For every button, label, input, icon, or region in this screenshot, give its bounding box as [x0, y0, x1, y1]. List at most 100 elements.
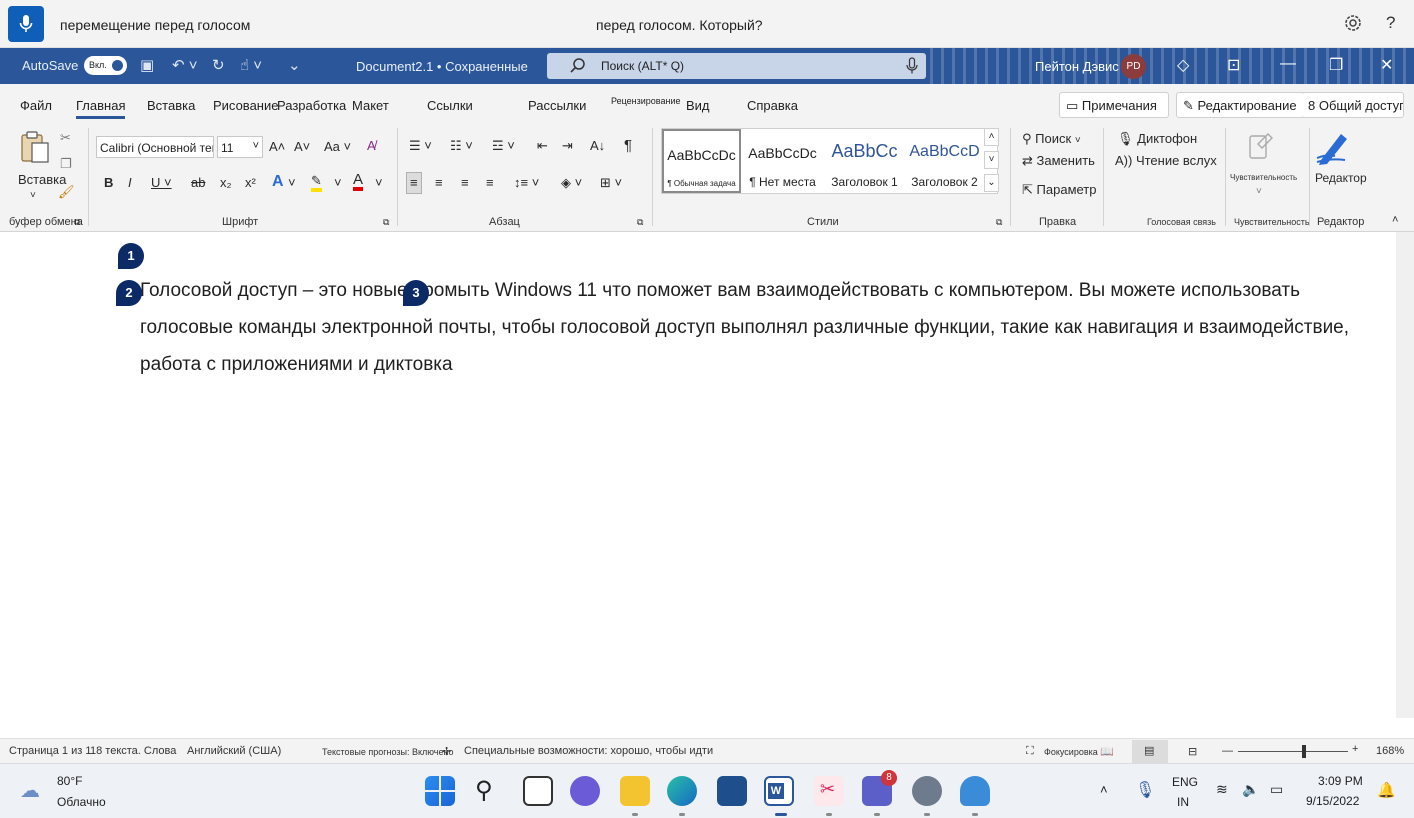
styles-more-icon[interactable]: ⌄	[984, 174, 999, 192]
text-effects-icon[interactable]: A	[272, 174, 284, 190]
weather-cloud-icon[interactable]: ☁	[20, 778, 40, 803]
minimize-icon[interactable]: —	[1280, 55, 1296, 73]
style-heading-1[interactable]: AaBbCc Заголовок 1	[825, 129, 904, 193]
align-right-icon[interactable]: ≡	[461, 175, 469, 191]
tab-layout[interactable]: Макет	[352, 98, 389, 113]
focus-label[interactable]: Фокусировка	[1044, 747, 1098, 757]
document-paragraph[interactable]: Голосовой доступ – это новые промыть Win…	[140, 272, 1380, 383]
touch-mode-icon[interactable]: ☝ ˅	[240, 57, 262, 75]
print-layout-icon[interactable]: ▤	[1132, 740, 1168, 764]
voice-number-marker[interactable]: 1	[118, 243, 144, 269]
tab-mailings[interactable]: Рассылки	[528, 98, 586, 113]
help-icon[interactable]: ?	[1386, 13, 1395, 33]
text-predictions-status[interactable]: Текстовые прогнозы: Включено	[322, 747, 453, 757]
file-explorer-icon[interactable]	[620, 776, 650, 806]
borders-icon[interactable]: ⊞ ˅	[600, 175, 622, 191]
avatar[interactable]: PD	[1121, 54, 1146, 79]
styles-scroll-up-icon[interactable]: ˄	[984, 128, 999, 146]
grow-font-icon[interactable]: A˄	[269, 139, 285, 155]
volume-icon[interactable]: 🔈	[1242, 781, 1259, 798]
copy-icon[interactable]: ❐	[60, 156, 72, 172]
search-mic-icon[interactable]	[906, 57, 918, 75]
show-formatting-marks-icon[interactable]: ¶	[624, 138, 632, 154]
italic-icon[interactable]: I	[128, 175, 132, 191]
input-language-region[interactable]: IN	[1177, 795, 1189, 809]
zoom-in-icon[interactable]: +	[1352, 743, 1358, 755]
read-mode-icon[interactable]: 📖	[1100, 745, 1114, 758]
search-box[interactable]: Поиск (ALT* Q)	[547, 53, 926, 79]
save-icon[interactable]: ▣	[140, 57, 154, 75]
align-center-icon[interactable]: ≡	[435, 175, 443, 191]
close-icon[interactable]: ✕	[1380, 55, 1393, 75]
strikethrough-icon[interactable]: ab	[191, 175, 205, 191]
format-painter-icon[interactable]: 🖌	[58, 184, 75, 200]
start-windows-icon[interactable]	[425, 776, 455, 806]
subscript-icon[interactable]: x₂	[220, 175, 232, 191]
superscript-icon[interactable]: x²	[245, 175, 256, 191]
bold-icon[interactable]: B	[104, 175, 113, 191]
tab-draw[interactable]: Рисование	[213, 98, 278, 113]
notification-icon[interactable]: 🔔	[1377, 781, 1396, 799]
customize-toolbar-icon[interactable]: ⌄	[288, 57, 301, 75]
accessibility-status[interactable]: Специальные возможности: хорошо, чтобы и…	[464, 745, 713, 757]
zoom-level[interactable]: 168%	[1376, 745, 1404, 757]
editing-mode-button[interactable]: ✎ Редактирование	[1176, 92, 1308, 118]
increase-indent-icon[interactable]: ⇥	[562, 138, 573, 154]
sort-icon[interactable]: A↓	[590, 138, 605, 154]
voice-number-marker[interactable]: 2	[116, 280, 142, 306]
page-count[interactable]: Страница 1 из 1	[9, 745, 91, 757]
vertical-scrollbar[interactable]	[1396, 232, 1414, 718]
styles-scroll-down-icon[interactable]: ˅	[984, 151, 999, 169]
teams-app-icon[interactable]: 8	[862, 770, 897, 806]
tab-help[interactable]: Справка	[747, 98, 798, 113]
read-aloud-button[interactable]: A)) Чтение вслух	[1115, 153, 1217, 169]
zoom-slider-thumb[interactable]	[1302, 745, 1306, 758]
teams-chat-icon[interactable]	[570, 776, 600, 806]
tab-view[interactable]: Вид	[686, 98, 710, 113]
paste-icon[interactable]	[18, 130, 52, 164]
word-app-icon[interactable]: W	[764, 776, 794, 806]
search-taskbar-icon[interactable]: ⚲	[475, 776, 493, 805]
tab-file[interactable]: Файл	[20, 98, 52, 113]
language-status[interactable]: Английский (США)	[187, 745, 281, 757]
sensitivity-label[interactable]: Чувствительность	[1230, 170, 1297, 186]
paragraph-launcher-icon[interactable]: ⧉	[637, 214, 643, 230]
highlight-icon[interactable]: ✎	[311, 174, 322, 192]
styles-launcher-icon[interactable]: ⧉	[996, 214, 1002, 230]
font-color-dropdown-icon[interactable]: ˅	[375, 175, 383, 191]
settings-gear-icon[interactable]	[1342, 12, 1364, 34]
settings-app-icon[interactable]	[912, 776, 942, 806]
autosave-toggle[interactable]: Вкл.	[84, 56, 127, 75]
show-hidden-icons[interactable]: ˄	[1100, 782, 1108, 797]
font-size-box[interactable]: 11 ˅	[217, 136, 263, 158]
decrease-indent-icon[interactable]: ⇤	[537, 138, 548, 154]
style-heading-2[interactable]: AaBbCcD Заголовок 2	[905, 129, 984, 193]
shading-icon[interactable]: ◈ ˅	[561, 175, 582, 191]
tab-review[interactable]: Рецензирование	[611, 96, 681, 106]
edge-browser-icon[interactable]	[667, 776, 697, 806]
change-case-icon[interactable]: Aa ˅	[324, 139, 351, 155]
replace-button[interactable]: ⇄ Заменить	[1022, 153, 1095, 169]
collapse-ribbon-icon[interactable]: ˄	[1392, 212, 1398, 228]
style-normal[interactable]: AaBbCcDc ¶ Обычная задача	[662, 129, 741, 193]
multilevel-list-icon[interactable]: ☲ ˅	[492, 138, 515, 154]
text-effects-dropdown-icon[interactable]: ˅	[288, 175, 296, 191]
restore-icon[interactable]: ❐	[1329, 55, 1343, 75]
tab-insert[interactable]: Вставка	[147, 98, 195, 113]
editor-pen-icon[interactable]	[1313, 128, 1353, 166]
ribbon-display-icon[interactable]: ⊡	[1227, 55, 1240, 75]
tab-home[interactable]: Главная	[76, 98, 126, 119]
diamond-premium-icon[interactable]: ◇	[1177, 55, 1189, 75]
document-canvas[interactable]: Голосовой доступ – это новые промыть Win…	[0, 232, 1396, 718]
underline-icon[interactable]: U ˅	[151, 175, 172, 191]
align-left-icon[interactable]: ≡	[406, 172, 422, 194]
style-no-spacing[interactable]: AaBbCcDc ¶ Нет места	[743, 129, 822, 193]
focus-icon[interactable]: ⛶	[1026, 745, 1034, 758]
tray-mic-icon[interactable]: 🎙	[1135, 780, 1155, 800]
input-language[interactable]: ENG	[1172, 775, 1198, 789]
shrink-font-icon[interactable]: A˅	[294, 139, 310, 155]
web-layout-icon[interactable]: ⊟	[1188, 745, 1197, 758]
voice-mic-button[interactable]	[8, 6, 44, 42]
sensitivity-icon[interactable]	[1246, 130, 1276, 162]
clipboard-launcher-icon[interactable]: ⧉	[74, 214, 80, 230]
